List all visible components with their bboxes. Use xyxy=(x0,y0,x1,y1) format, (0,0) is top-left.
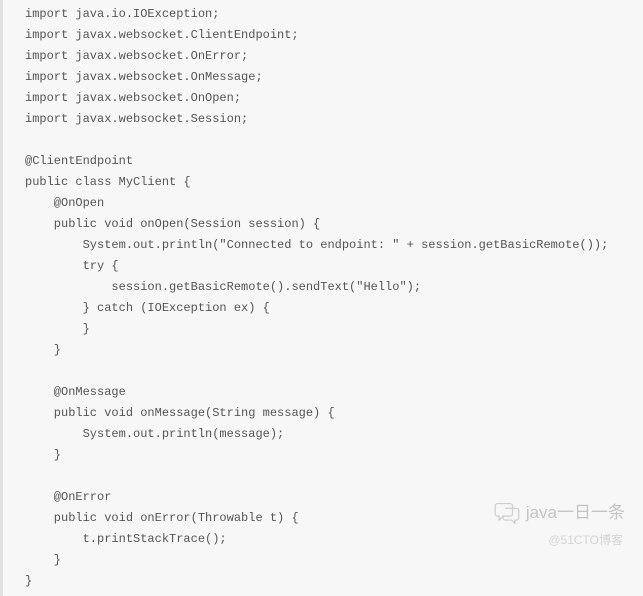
code-line: import javax.websocket.OnError; xyxy=(25,46,643,67)
code-line xyxy=(25,466,643,487)
watermark-subtitle: @51CTO博客 xyxy=(494,530,625,551)
code-line: } xyxy=(25,319,643,340)
code-line: } xyxy=(25,340,643,361)
code-line: public void onOpen(Session session) { xyxy=(25,214,643,235)
code-line: } xyxy=(25,445,643,466)
code-line: } catch (IOException ex) { xyxy=(25,298,643,319)
code-line: try { xyxy=(25,256,643,277)
code-line: @ClientEndpoint xyxy=(25,151,643,172)
code-line: public void onMessage(String message) { xyxy=(25,403,643,424)
watermark: java一日一条 @51CTO博客 xyxy=(494,498,625,551)
code-line: } xyxy=(25,550,643,571)
chat-bubbles-icon xyxy=(494,502,520,524)
code-line: @OnMessage xyxy=(25,382,643,403)
watermark-title: java一日一条 xyxy=(526,498,625,528)
code-line: import javax.websocket.Session; xyxy=(25,109,643,130)
code-line: import java.io.IOException; xyxy=(25,4,643,25)
code-line: @OnOpen xyxy=(25,193,643,214)
code-line xyxy=(25,361,643,382)
watermark-main: java一日一条 xyxy=(494,498,625,528)
code-line: System.out.println(message); xyxy=(25,424,643,445)
code-line: import javax.websocket.OnOpen; xyxy=(25,88,643,109)
code-line: System.out.println("Connected to endpoin… xyxy=(25,235,643,256)
code-line: session.getBasicRemote().sendText("Hello… xyxy=(25,277,643,298)
code-line: } xyxy=(25,571,643,592)
code-line: public class MyClient { xyxy=(25,172,643,193)
code-line: import javax.websocket.ClientEndpoint; xyxy=(25,25,643,46)
code-line: import javax.websocket.OnMessage; xyxy=(25,67,643,88)
code-line xyxy=(25,130,643,151)
